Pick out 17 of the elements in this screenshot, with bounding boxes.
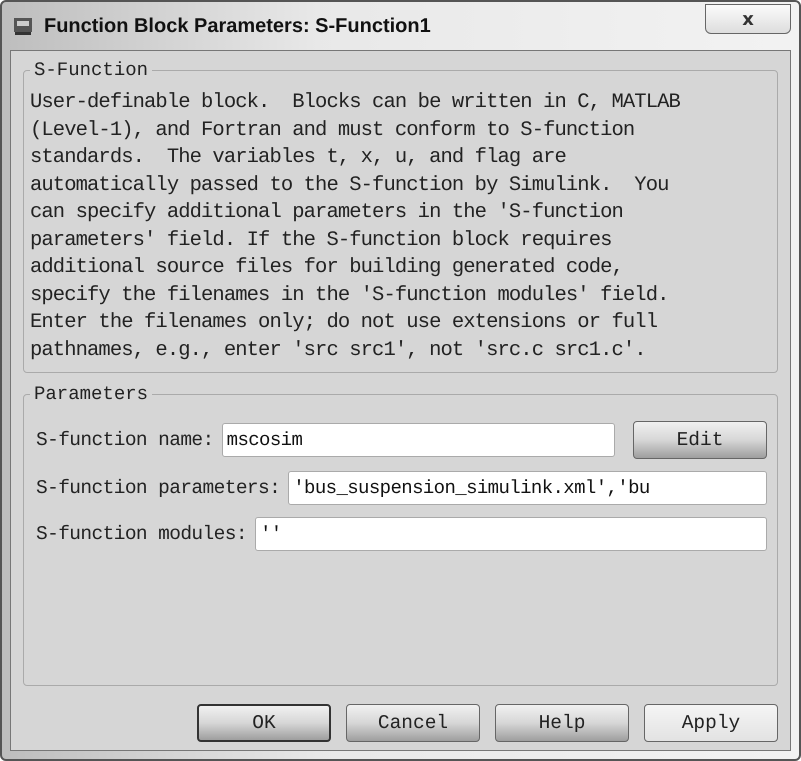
- window-title: Function Block Parameters: S-Function1: [44, 14, 432, 38]
- field-label: S-function parameters:: [36, 477, 280, 499]
- field-label: S-function modules:: [36, 523, 247, 545]
- input-field[interactable]: mscosim: [222, 423, 615, 457]
- input-field[interactable]: '': [254, 517, 767, 551]
- input-field[interactable]: 'bus_suspension_simulink.xml','bu: [288, 471, 767, 505]
- group-title: Parameters: [33, 383, 150, 405]
- dialog-button[interactable]: Apply: [644, 704, 778, 742]
- edit-button[interactable]: Edit: [633, 421, 767, 459]
- close-button[interactable]: x: [705, 4, 791, 34]
- description-text: User-definable block. Blocks can be written in C, MATLAB (Level-1), and Fortran and must conform to S-function standards. The variables t, x, u, and flag are automatically passed to the S-function by Simulink. You can specify additional parameters in the 'S-function parameters' field. If the S-function block requires additional source files for building generated code, specify the filenames in the 'S-function modules' field. Enter the filenames only; do not use extensions or full pathnames, e.g., enter 'src src1', not 'src.c src1.c'.: [30, 90, 681, 364]
- dialog-button[interactable]: Cancel: [346, 704, 480, 742]
- group-title: S-Function: [33, 59, 150, 81]
- field-label: S-function name:: [36, 429, 214, 451]
- app-icon: [12, 15, 34, 37]
- dialog-button[interactable]: Help: [495, 704, 629, 742]
- dialog-button[interactable]: OK: [197, 704, 331, 742]
